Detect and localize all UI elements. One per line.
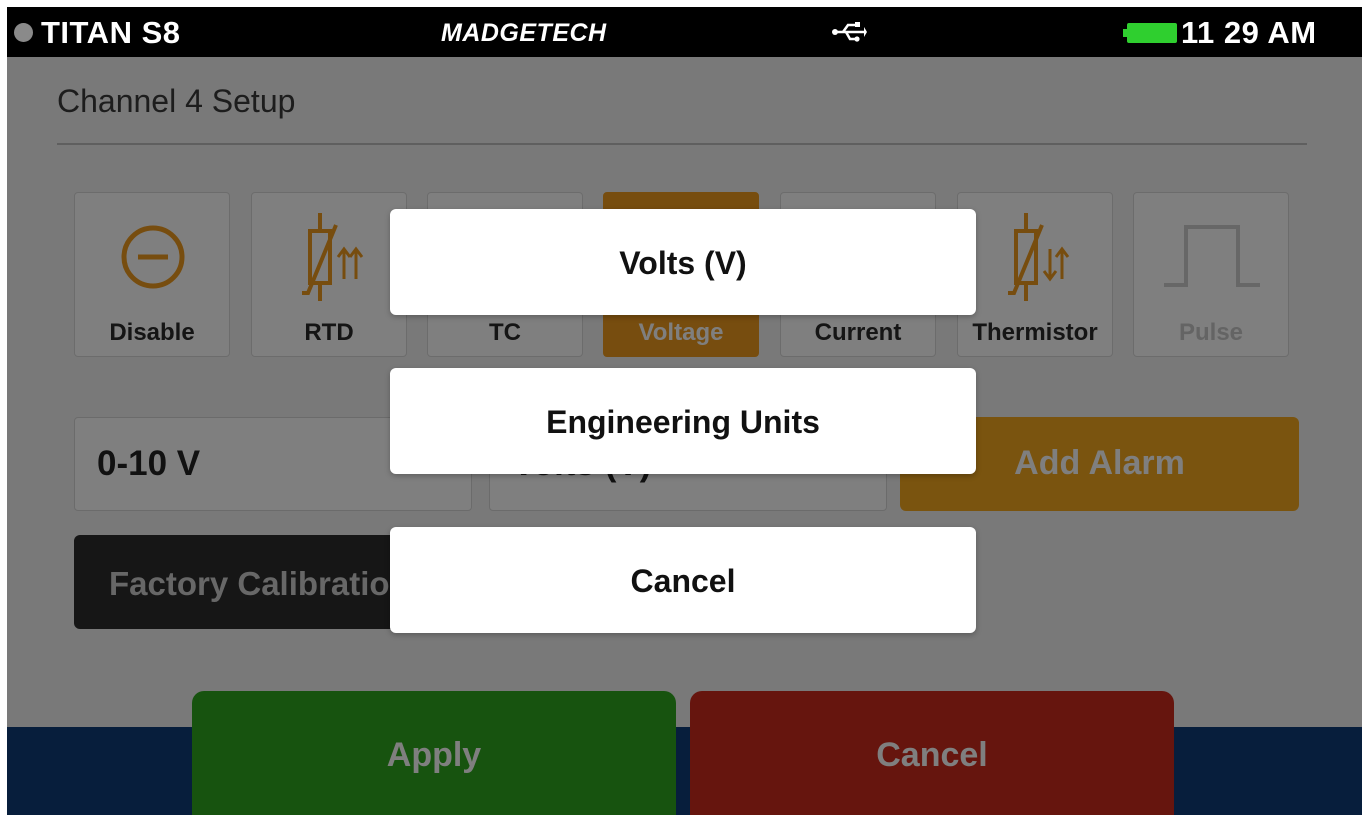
usb-icon <box>832 22 867 42</box>
option-volts-button[interactable]: Volts (V) <box>390 209 976 315</box>
battery-icon <box>1123 23 1177 43</box>
option-cancel-button[interactable]: Cancel <box>390 527 976 633</box>
device-screen: TITAN S8 MADGETECH 11 29 AM Channel 4 Se… <box>7 7 1362 815</box>
clock: 11 29 AM <box>1181 15 1317 50</box>
option-label: Cancel <box>630 563 736 599</box>
device-name: TITAN S8 <box>41 15 181 50</box>
option-engineering-units-button[interactable]: Engineering Units <box>390 368 976 474</box>
status-indicator-icon <box>14 23 33 42</box>
option-label: Volts (V) <box>619 245 747 281</box>
option-label: Engineering Units <box>546 404 820 440</box>
brand-logo: MADGETECH <box>441 19 607 47</box>
